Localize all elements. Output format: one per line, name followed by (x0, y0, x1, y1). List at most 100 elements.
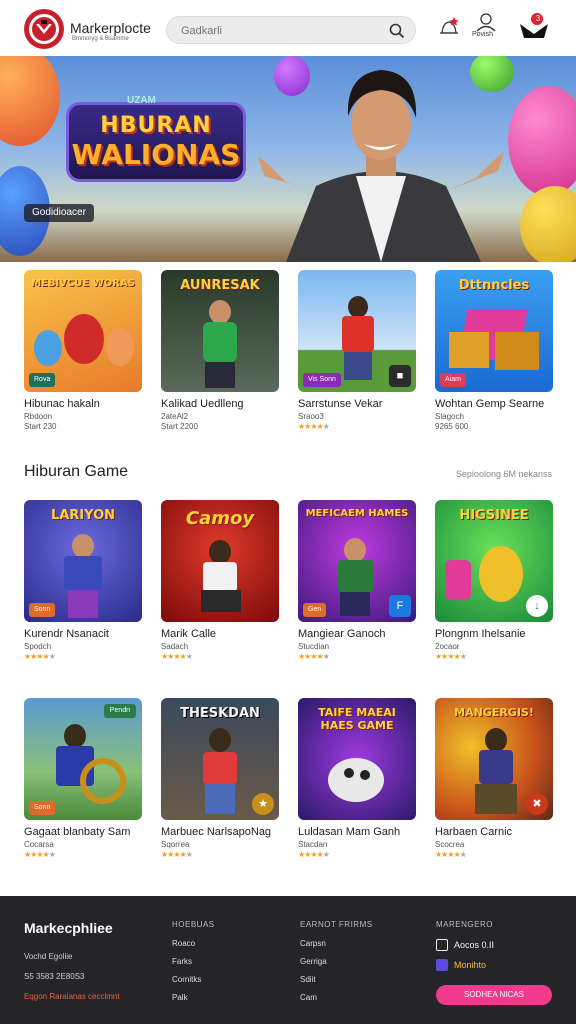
game-card[interactable]: MEFICAEM HAMES Gen F Mangiear Ganoch Stu… (298, 500, 416, 661)
footer-column-title: HOEBUAS (172, 920, 215, 929)
footer-phone: S5 3583 2E80S3 (24, 972, 85, 981)
game-studio: Rbdoon (24, 412, 53, 421)
game-thumbnail[interactable]: AUNRESAK (161, 270, 279, 392)
game-start: 9265 600 (435, 422, 469, 431)
game-title[interactable]: Plongnm Ihelsanie (435, 628, 553, 640)
notification-bell-icon[interactable] (436, 14, 462, 45)
footer-link[interactable]: Eqgon Raralanas cecclmnt (24, 992, 120, 1001)
footer-column: MARENGERO (436, 920, 493, 939)
footer-social[interactable]: Aocos 0.II (436, 939, 494, 951)
footer-link[interactable]: Sdiit (300, 975, 373, 984)
game-card[interactable]: AUNRESAK Kalikad Uedlleng 2ateAl2 Start … (161, 270, 279, 431)
game-card[interactable]: Dttnncles Aiam Wohtan Gemp Searne Slagoc… (435, 270, 553, 431)
game-title[interactable]: Kalikad Uedlleng (161, 398, 279, 410)
game-thumbnail[interactable]: MANGERGIS! ✖ (435, 698, 553, 820)
download-icon[interactable]: ↓ (526, 595, 548, 617)
game-card[interactable]: MEBIVCUE WORAS Rova Hibunac hakaln Rbdoo… (24, 270, 142, 431)
game-thumbnail[interactable]: Pendn Sonn (24, 698, 142, 820)
game-thumbnail[interactable]: THESKDAN ★ (161, 698, 279, 820)
rating-stars: ★★★★★ (298, 652, 330, 661)
game-title[interactable]: Luldasan Mam Ganh (298, 826, 416, 838)
hero-banner[interactable]: UZAM HBURAN WALIONAS Godidioacer (0, 56, 576, 262)
rating-stars: ★★★★★ (161, 850, 193, 859)
medal-icon: ★ (252, 793, 274, 815)
game-thumbnail[interactable]: Vis Sonn ■ (298, 270, 416, 392)
search-bar[interactable] (166, 16, 416, 44)
game-studio: Slagoch (435, 412, 464, 421)
social-label[interactable]: Monihto (454, 960, 486, 970)
game-card[interactable]: TAIFE MAEAI HAES GAME Luldasan Mam Ganh … (298, 698, 416, 859)
game-studio: 2ateAl2 (161, 412, 189, 421)
game-title[interactable]: Hibunac hakaln (24, 398, 142, 410)
cart-badge: 3 (535, 14, 541, 23)
balloon-decoration (0, 56, 60, 146)
rating-stars: ★★★★★ (435, 652, 467, 661)
footer-column-title: MARENGERO (436, 920, 493, 929)
game-grid-row: Pendn Sonn Gagaat blanbaty Sam Cocarsa ★… (24, 698, 554, 878)
profile-label[interactable]: Povish (472, 31, 493, 38)
footer-address: Vochd Egoliie (24, 952, 73, 961)
search-input[interactable] (181, 22, 381, 40)
footer-link[interactable]: Roaco (172, 939, 215, 948)
game-title[interactable]: Gagaat blanbaty Sam (24, 826, 142, 838)
game-start: Start 230 (24, 422, 57, 431)
game-thumbnail[interactable]: HIGSINEE ↓ (435, 500, 553, 622)
game-studio: Sadach (161, 642, 189, 651)
instagram-icon[interactable] (436, 939, 448, 951)
game-card[interactable]: Camoy Marik Calle Sadach ★★★★★ (161, 500, 279, 661)
footer-social[interactable]: Monihto (436, 959, 486, 971)
game-tag: Gen (303, 603, 327, 617)
game-title[interactable]: Kurendr Nsanacit (24, 628, 142, 640)
game-thumbnail[interactable]: MEFICAEM HAMES Gen F (298, 500, 416, 622)
host-figure (256, 56, 506, 262)
game-card[interactable]: LARIYON Sonn Kurendr Nsanacit Spodch ★★★… (24, 500, 142, 661)
rating-stars: ★★★★★ (24, 850, 56, 859)
game-title[interactable]: Mangiear Ganoch (298, 628, 416, 640)
section-see-all-link[interactable]: Sepioolong 6M nekanss (456, 469, 552, 479)
game-thumbnail[interactable]: TAIFE MAEAI HAES GAME (298, 698, 416, 820)
game-title[interactable]: Marik Calle (161, 628, 279, 640)
footer-link[interactable]: Cornitks (172, 975, 215, 984)
footer-link[interactable]: Cam (300, 993, 373, 1002)
rating-stars: ★★★★★ (298, 850, 330, 859)
footer-brand[interactable]: Markecphliee (24, 920, 113, 936)
footer-link[interactable]: Farks (172, 957, 215, 966)
logo-icon[interactable] (24, 9, 64, 49)
game-title[interactable]: Sarrstunse Vekar (298, 398, 416, 410)
balloon-decoration (520, 186, 576, 262)
search-icon[interactable] (389, 23, 405, 44)
game-thumbnail[interactable]: LARIYON Sonn (24, 500, 142, 622)
social-label[interactable]: Aocos 0.II (454, 940, 494, 950)
fire-icon: ✖ (526, 793, 548, 815)
game-tag: Sonn (29, 801, 56, 815)
badge-icon: ■ (389, 365, 411, 387)
game-card[interactable]: MANGERGIS! ✖ Harbaen Carnic Scocrea ★★★★… (435, 698, 553, 859)
game-title[interactable]: Wohtan Gemp Searne (435, 398, 553, 410)
section-title: Hiburan Game (24, 463, 129, 480)
game-title[interactable]: Marbuec NarlsapoNag (161, 826, 279, 838)
game-thumbnail[interactable]: Camoy (161, 500, 279, 622)
footer-link[interactable]: Palk (172, 993, 215, 1002)
footer-column: HOEBUAS Roaco Farks Cornitks Palk (172, 920, 215, 1011)
game-pill: Pendn (103, 704, 136, 718)
game-card[interactable]: HIGSINEE ↓ Plongnm Ihelsanie 2ocaor ★★★★… (435, 500, 553, 661)
game-tag: Sonn (29, 603, 56, 617)
game-thumbnail[interactable]: Dttnncles Aiam (435, 270, 553, 392)
game-grid-row: LARIYON Sonn Kurendr Nsanacit Spodch ★★★… (24, 500, 554, 670)
game-thumbnail[interactable]: MEBIVCUE WORAS Rova (24, 270, 142, 392)
store-badge-icon: F (389, 595, 411, 617)
game-card[interactable]: THESKDAN ★ Marbuec NarlsapoNag Sqorrea ★… (161, 698, 279, 859)
game-card[interactable]: Vis Sonn ■ Sarrstunse Vekar Sraoo3 ★★★★★ (298, 270, 416, 431)
footer-link[interactable]: Gerriga (300, 957, 373, 966)
game-title[interactable]: Harbaen Carnic (435, 826, 553, 838)
hero-badge[interactable]: Godidioacer (24, 204, 94, 222)
game-studio: Sqorrea (161, 840, 190, 849)
discord-icon[interactable] (436, 959, 448, 971)
game-start: Start 2200 (161, 422, 198, 431)
top-header: Markerplocte Bmmoryg & Bsamme Povish 3 (0, 0, 576, 56)
game-card[interactable]: Pendn Sonn Gagaat blanbaty Sam Cocarsa ★… (24, 698, 142, 859)
logo-text[interactable]: Markerplocte (70, 20, 151, 36)
game-studio: Scocrea (435, 840, 465, 849)
subscribe-button[interactable]: SODHEA NICAS (436, 985, 552, 1005)
footer-link[interactable]: Carpsn (300, 939, 373, 948)
